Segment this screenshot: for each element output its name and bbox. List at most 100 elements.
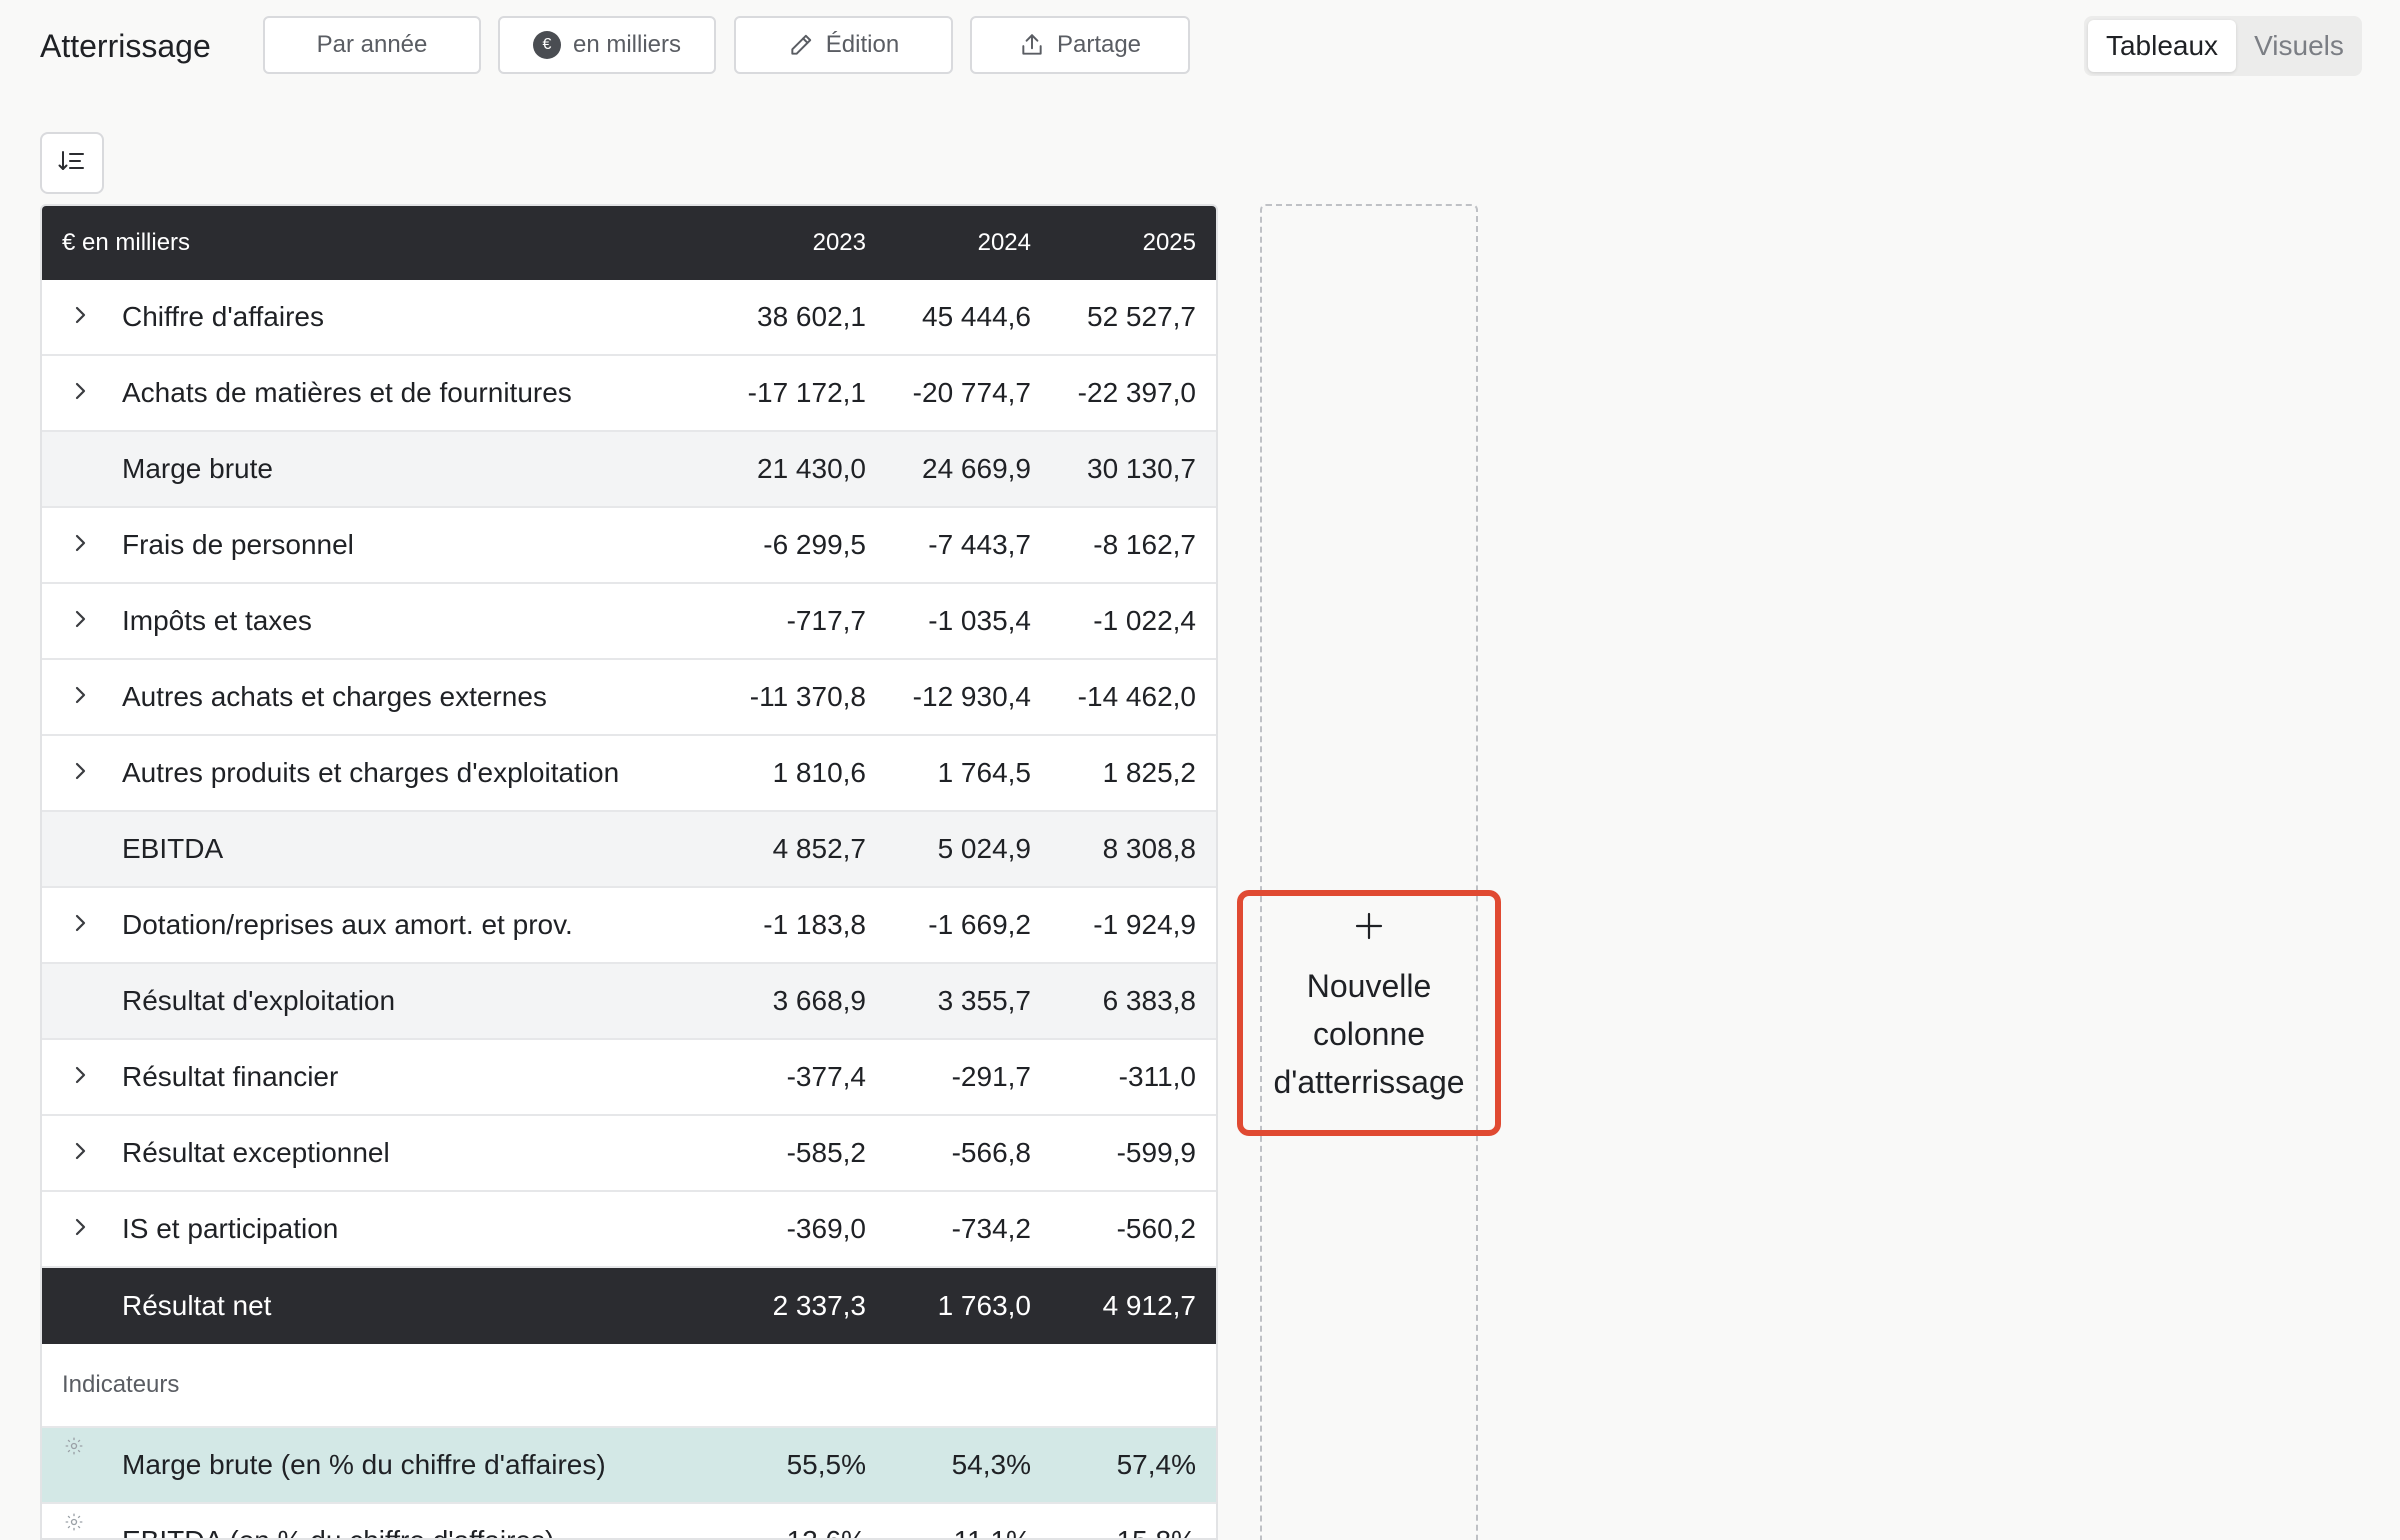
row-label: Résultat d'exploitation	[122, 985, 396, 1016]
by-year-label: Par année	[316, 31, 428, 58]
row-label: Achats de matières et de fournitures	[122, 377, 572, 408]
share-label: Partage	[1056, 31, 1142, 58]
share-button[interactable]: Partage	[970, 16, 1190, 74]
table-header: € en milliers 2023 2024 2025	[42, 206, 1216, 280]
pencil-icon	[788, 32, 814, 58]
euro-icon: €	[532, 31, 561, 59]
cell-value: 1 763,0	[937, 1290, 1031, 1321]
chevron-right-icon[interactable]	[72, 605, 90, 637]
cell-value: 38 602,1	[757, 301, 866, 332]
cell-value: -20 774,7	[912, 377, 1031, 408]
cell-value: -377,4	[786, 1061, 866, 1092]
chevron-right-icon[interactable]	[72, 757, 90, 789]
cell-value: 12,6%	[721, 1525, 886, 1538]
row-label: Résultat financier	[122, 1061, 339, 1092]
cell-value: -6 299,5	[763, 529, 866, 560]
cell-value: -12 930,4	[912, 681, 1031, 712]
tab-visuals[interactable]: Visuels	[2240, 20, 2358, 72]
table-row[interactable]: Autres produits et charges d'exploitatio…	[42, 736, 1216, 812]
cell-value: -1 035,4	[928, 605, 1031, 636]
chevron-right-icon[interactable]	[72, 909, 90, 941]
indicator-row[interactable]: EBITDA (en % du chiffre d'affaires)12,6%…	[42, 1504, 1216, 1538]
cell-value: 3 668,9	[772, 985, 866, 1016]
chevron-right-icon[interactable]	[72, 377, 90, 409]
cell-value: -7 443,7	[928, 529, 1031, 560]
indicators-label: Indicateurs	[42, 1344, 1216, 1428]
cell-value: 1 764,5	[937, 757, 1031, 788]
table-row[interactable]: Achats de matières et de fournitures -17 …	[42, 356, 1216, 432]
cell-value: -311,0	[1118, 1061, 1196, 1092]
row-expander	[42, 909, 122, 941]
table-row[interactable]: Chiffre d'affaires 38 602,1 45 444,6 52 527…	[42, 280, 1216, 356]
edit-label: Édition	[825, 31, 900, 58]
cell-value: -1 183,8	[763, 909, 866, 940]
cell-value: 30 130,7	[1087, 453, 1196, 484]
row-expander	[42, 1061, 122, 1093]
table-row[interactable]: Résultat financier -377,4 -291,7 -311,0	[42, 1040, 1216, 1116]
chevron-right-icon[interactable]	[72, 301, 90, 333]
sort-button[interactable]	[40, 132, 104, 194]
tab-tables[interactable]: Tableaux	[2088, 20, 2236, 72]
row-expander	[42, 377, 122, 409]
cell-value: 57,4%	[1116, 1449, 1196, 1480]
cell-value: 11,1%	[886, 1525, 1051, 1538]
table-row: Résultat d'exploitation 3 668,9 3 355,7 6 3…	[42, 964, 1216, 1040]
gear-icon[interactable]	[42, 1504, 122, 1532]
row-expander	[42, 301, 122, 333]
table-row[interactable]: IS et participation -369,0 -734,2 -560,2	[42, 1192, 1216, 1268]
edit-button[interactable]: Édition	[734, 16, 953, 74]
row-expander	[42, 681, 122, 713]
by-year-button[interactable]: Par année	[263, 16, 481, 74]
year-header: 2025	[1142, 229, 1196, 256]
cell-value: 15,8%	[1051, 1525, 1216, 1538]
row-label: Autres produits et charges d'exploitatio…	[122, 757, 620, 788]
chevron-right-icon[interactable]	[72, 1137, 90, 1169]
row-label: Marge brute	[122, 453, 273, 484]
chevron-right-icon[interactable]	[72, 1213, 90, 1245]
cell-value: -599,9	[1116, 1137, 1196, 1168]
cell-value: 1 810,6	[772, 757, 866, 788]
cell-value: -560,2	[1116, 1213, 1196, 1244]
indicator-row[interactable]: Marge brute (en % du chiffre d'affaires)…	[42, 1428, 1216, 1504]
page-title: Atterrissage	[40, 28, 211, 64]
cell-value: 6 383,8	[1102, 985, 1196, 1016]
indicator-label: EBITDA (en % du chiffre d'affaires)	[122, 1525, 721, 1538]
chevron-right-icon[interactable]	[72, 681, 90, 713]
chevron-right-icon[interactable]	[72, 1061, 90, 1093]
new-column-placeholder[interactable]	[1260, 204, 1478, 1540]
cell-value: 4 912,7	[1102, 1290, 1196, 1321]
cell-value: 8 308,8	[1102, 833, 1196, 864]
share-icon	[1019, 32, 1045, 58]
table-row[interactable]: Résultat exceptionnel -585,2 -566,8 -599,9	[42, 1116, 1216, 1192]
row-expander	[42, 1137, 122, 1169]
cell-value: -1 669,2	[928, 909, 1031, 940]
table-row[interactable]: Frais de personnel -6 299,5 -7 443,7 -8 162…	[42, 508, 1216, 584]
chevron-right-icon[interactable]	[72, 529, 90, 561]
cell-value: -8 162,7	[1093, 529, 1196, 560]
year-header: 2024	[977, 229, 1031, 256]
row-expander	[42, 757, 122, 789]
row-label: Impôts et taxes	[122, 605, 312, 636]
header: Atterrissage Par année € en milliers Édi…	[0, 0, 2400, 92]
cell-value: -17 172,1	[747, 377, 866, 408]
cell-value: 3 355,7	[937, 985, 1031, 1016]
indicators-body: Marge brute (en % du chiffre d'affaires)…	[42, 1428, 1216, 1538]
cell-value: -734,2	[951, 1213, 1031, 1244]
table-row[interactable]: Impôts et taxes -717,7 -1 035,4 -1 022,4	[42, 584, 1216, 660]
add-column-label: Nouvelle colonne d'atterrissage	[1273, 968, 1465, 1100]
add-landing-column-button[interactable]: Nouvelle colonne d'atterrissage	[1237, 890, 1501, 1136]
cell-value: 5 024,9	[937, 833, 1031, 864]
cell-value: -1 924,9	[1093, 909, 1196, 940]
cell-value: 54,3%	[951, 1449, 1031, 1480]
row-label: EBITDA	[122, 833, 224, 864]
cell-value: -14 462,0	[1077, 681, 1196, 712]
cell-value: 2 337,3	[772, 1290, 866, 1321]
gear-icon[interactable]	[42, 1428, 122, 1456]
units-button[interactable]: € en milliers	[498, 16, 716, 74]
row-label: Chiffre d'affaires	[122, 301, 324, 332]
cell-value: -291,7	[951, 1061, 1031, 1092]
table-row[interactable]: Dotation/reprises aux amort. et prov. -1 …	[42, 888, 1216, 964]
row-expander	[42, 529, 122, 561]
units-label: en milliers	[572, 31, 682, 58]
table-row[interactable]: Autres achats et charges externes -11 370…	[42, 660, 1216, 736]
